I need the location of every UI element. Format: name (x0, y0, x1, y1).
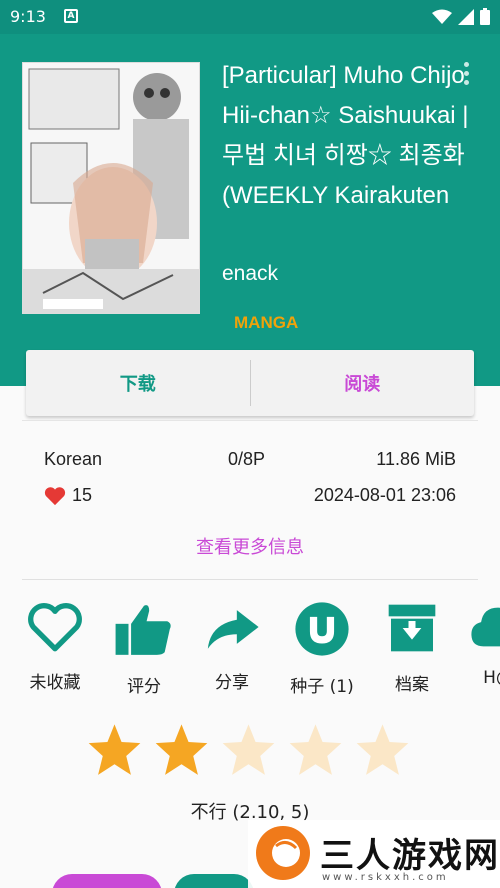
heart-filled-icon (44, 486, 66, 505)
star-empty-icon (356, 724, 409, 775)
download-button[interactable]: 下载 (26, 350, 250, 416)
archive-icon (388, 604, 436, 652)
category-badge: MANGA (234, 313, 299, 332)
action-buttons: 下载 阅读 (26, 350, 474, 416)
manga-cover-thumbnail (23, 63, 199, 313)
share-label: 分享 (215, 673, 249, 693)
system-icons (432, 8, 490, 25)
archive-button[interactable]: 档案 (372, 600, 452, 695)
archive-label: 档案 (395, 675, 429, 695)
tag-chip[interactable] (174, 874, 254, 888)
pages-value: 0/8P (228, 449, 266, 469)
star-filled-icon (155, 724, 208, 775)
overflow-menu-icon[interactable] (460, 62, 472, 88)
favorites: 15 (44, 485, 92, 506)
favorites-count: 15 (72, 485, 93, 505)
hath-label: H@ (483, 668, 500, 688)
star-empty-icon (289, 724, 342, 775)
read-button[interactable]: 阅读 (251, 350, 475, 416)
share-icon (207, 610, 259, 649)
size-value: 11.86 MiB (376, 449, 456, 469)
gallery-title: [Particular] Muho Chijo Hii-chan☆ Saishu… (222, 62, 469, 209)
torrent-button[interactable]: 种子 (1) (282, 600, 362, 697)
rate-label: 评分 (127, 677, 161, 697)
status-time: 9:13 (10, 7, 46, 26)
uploader-name[interactable]: enack (222, 262, 278, 286)
share-button[interactable]: 分享 (192, 600, 272, 693)
cloud-download-icon (471, 607, 500, 647)
cover-image[interactable] (22, 62, 200, 314)
star-empty-icon (222, 724, 275, 775)
heart-outline-icon (28, 603, 82, 652)
rating-stars[interactable] (86, 722, 411, 776)
gallery-header: [Particular] Muho Chijo Hii-chan☆ Saishu… (0, 34, 500, 386)
torrent-icon (295, 602, 349, 656)
notification-icon: A (64, 9, 78, 23)
star-filled-icon (88, 724, 141, 775)
wifi-icon (432, 9, 452, 24)
tag-chip[interactable] (52, 874, 162, 888)
watermark: 三人游戏网 www.rskxxh.com (248, 820, 500, 888)
watermark-logo-icon (256, 826, 310, 880)
rate-button[interactable]: 评分 (104, 600, 184, 697)
favorite-label: 未收藏 (29, 673, 81, 693)
battery-icon (480, 8, 490, 25)
language-value: Korean (44, 449, 103, 469)
status-bar: 9:13 A (0, 0, 500, 34)
watermark-url: www.rskxxh.com (322, 872, 449, 883)
torrent-label: 种子 (1) (290, 677, 354, 697)
thumbs-up-icon (115, 605, 171, 655)
favorite-button[interactable]: 未收藏 (15, 600, 95, 693)
watermark-text: 三人游戏网 (320, 836, 500, 876)
more-info-link[interactable]: 查看更多信息 (22, 533, 478, 559)
gallery-info[interactable]: Korean 0/8P 11.86 MiB 15 2024-08-01 23:0… (22, 420, 478, 580)
hath-download-button[interactable]: H@ (458, 600, 500, 688)
signal-icon (458, 8, 474, 25)
posted-date: 2024-08-01 23:06 (313, 485, 456, 505)
feature-bar: 未收藏 评分 分享 种子 (1) 档案 H@ (0, 600, 500, 710)
